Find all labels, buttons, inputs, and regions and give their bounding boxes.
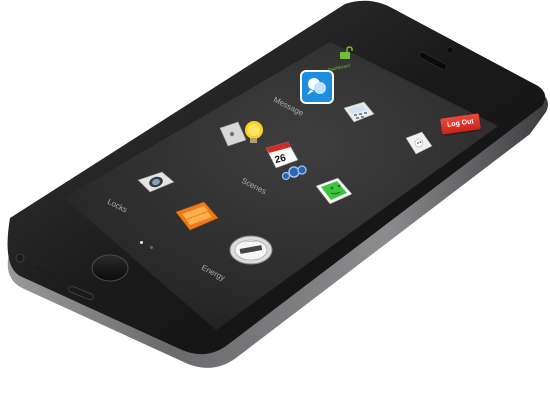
lights-app[interactable] [218, 116, 268, 154]
locks-app[interactable] [314, 176, 354, 210]
front-camera [446, 46, 454, 54]
energy-meter-icon [229, 235, 273, 265]
scenes-app[interactable]: 26 [262, 140, 310, 186]
camera-icon [137, 171, 175, 193]
lock-icon [315, 177, 353, 205]
home-button[interactable] [91, 254, 129, 282]
page-dot-active[interactable] [140, 241, 143, 244]
outlet-app[interactable] [404, 130, 434, 160]
outlet-icon [405, 131, 433, 155]
headphone-jack [15, 253, 25, 263]
page-dot[interactable] [150, 246, 153, 249]
climate-app[interactable] [342, 100, 376, 130]
microphone [352, 244, 356, 248]
camera-app[interactable] [136, 168, 176, 198]
thermostat-icon [343, 101, 375, 123]
phone-device [7, 0, 549, 368]
product-shot: Dashboard Log Out Message 26 Scenes Lock… [0, 0, 550, 400]
calendar-icon: 26 [265, 141, 307, 181]
lightbulb-icon [219, 121, 263, 147]
energy-app[interactable] [228, 232, 274, 268]
message-icon [300, 70, 334, 104]
blinds-app[interactable] [174, 198, 220, 236]
message-app[interactable] [300, 70, 334, 104]
blinds-icon [175, 201, 219, 231]
unlocked-icon [340, 46, 353, 59]
